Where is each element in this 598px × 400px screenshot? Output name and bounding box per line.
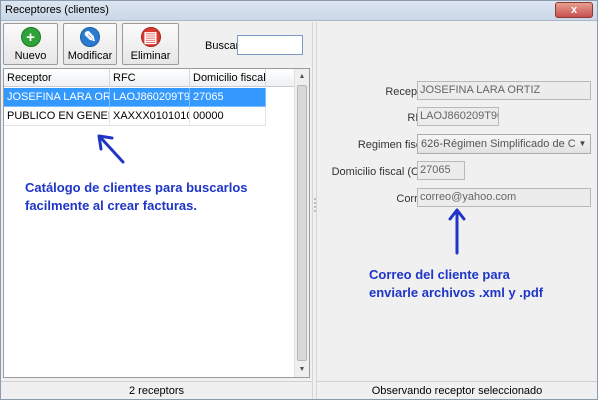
right-status-bar: Observando receptor seleccionado bbox=[317, 381, 597, 399]
delete-button-label: Eliminar bbox=[130, 50, 171, 62]
catalog-annotation-line2: facilmente al crear facturas. bbox=[25, 198, 197, 213]
left-status-bar: 2 receptors bbox=[1, 381, 312, 399]
scroll-thumb[interactable] bbox=[297, 85, 307, 361]
cell-rfc: LAOJ860209T90 bbox=[110, 88, 190, 107]
scroll-down-icon[interactable]: ▼ bbox=[295, 362, 309, 377]
column-header-domicilio[interactable]: Domicilio fiscal bbox=[190, 69, 266, 87]
domicilio-label: Domicilio fiscal (CP) bbox=[331, 166, 430, 178]
receptores-window: Receptores (clientes) x + Nuevo ✎ Modifi… bbox=[0, 0, 598, 400]
correo-field[interactable]: correo@yahoo.com bbox=[417, 188, 591, 207]
cell-domicilio: 27065 bbox=[190, 88, 266, 107]
scroll-up-icon[interactable]: ▲ bbox=[295, 69, 309, 84]
email-annotation-line2: enviarle archivos .xml y .pdf bbox=[369, 285, 544, 300]
new-button[interactable]: + Nuevo bbox=[3, 23, 58, 65]
delete-button[interactable]: ▤ Eliminar bbox=[122, 23, 179, 65]
table-row[interactable]: PUBLICO EN GENERAL XAXXX010101000 00000 bbox=[4, 107, 266, 126]
title-bar: Receptores (clientes) x bbox=[1, 1, 597, 21]
catalog-annotation: Catálogo de clientes para buscarlos faci… bbox=[25, 179, 248, 215]
column-header-rfc[interactable]: RFC bbox=[110, 69, 190, 87]
rfc-field[interactable]: LAOJ860209T90 bbox=[417, 107, 499, 126]
search-label: Buscar bbox=[205, 40, 240, 52]
column-header-receptor[interactable]: Receptor bbox=[4, 69, 110, 87]
splitter-grip-icon bbox=[314, 197, 316, 213]
catalog-annotation-line1: Catálogo de clientes para buscarlos bbox=[25, 180, 248, 195]
cell-receptor: PUBLICO EN GENERAL bbox=[4, 107, 110, 126]
trash-icon: ▤ bbox=[140, 27, 161, 47]
vertical-scrollbar[interactable]: ▲ ▼ bbox=[294, 69, 309, 377]
plus-icon: + bbox=[20, 27, 41, 47]
regimen-select[interactable]: 626-Régimen Simplificado de Conf ▼ bbox=[417, 134, 591, 154]
new-button-label: Nuevo bbox=[14, 50, 47, 62]
close-button[interactable]: x bbox=[555, 2, 593, 18]
pencil-icon: ✎ bbox=[80, 27, 100, 47]
edit-button-label: Modificar bbox=[67, 50, 113, 62]
edit-button[interactable]: ✎ Modificar bbox=[63, 23, 117, 65]
cell-receptor: JOSEFINA LARA ORTIZ bbox=[4, 88, 110, 107]
annotation-arrow-up-icon bbox=[448, 208, 466, 255]
table-row[interactable]: JOSEFINA LARA ORTIZ LAOJ860209T90 27065 bbox=[4, 88, 266, 107]
cell-domicilio: 00000 bbox=[190, 107, 266, 126]
email-annotation: Correo del cliente para enviarle archivo… bbox=[369, 266, 543, 302]
grid-header: Receptor RFC Domicilio fiscal bbox=[4, 69, 296, 87]
annotation-arrow-up-left-icon bbox=[97, 134, 125, 164]
toolbar: + Nuevo ✎ Modificar ▤ Eliminar Buscar bbox=[1, 22, 312, 66]
search-input[interactable] bbox=[237, 35, 303, 55]
chevron-down-icon: ▼ bbox=[575, 135, 590, 153]
cell-rfc: XAXXX010101000 bbox=[110, 107, 190, 126]
regimen-value: 626-Régimen Simplificado de Conf bbox=[421, 138, 591, 150]
receptor-field[interactable]: JOSEFINA LARA ORTIZ bbox=[417, 81, 591, 100]
email-annotation-line1: Correo del cliente para bbox=[369, 267, 510, 282]
close-icon: x bbox=[570, 4, 578, 16]
window-title: Receptores (clientes) bbox=[5, 4, 109, 16]
receptors-grid: Receptor RFC Domicilio fiscal JOSEFINA L… bbox=[3, 68, 310, 378]
domicilio-field[interactable]: 27065 bbox=[417, 161, 465, 180]
